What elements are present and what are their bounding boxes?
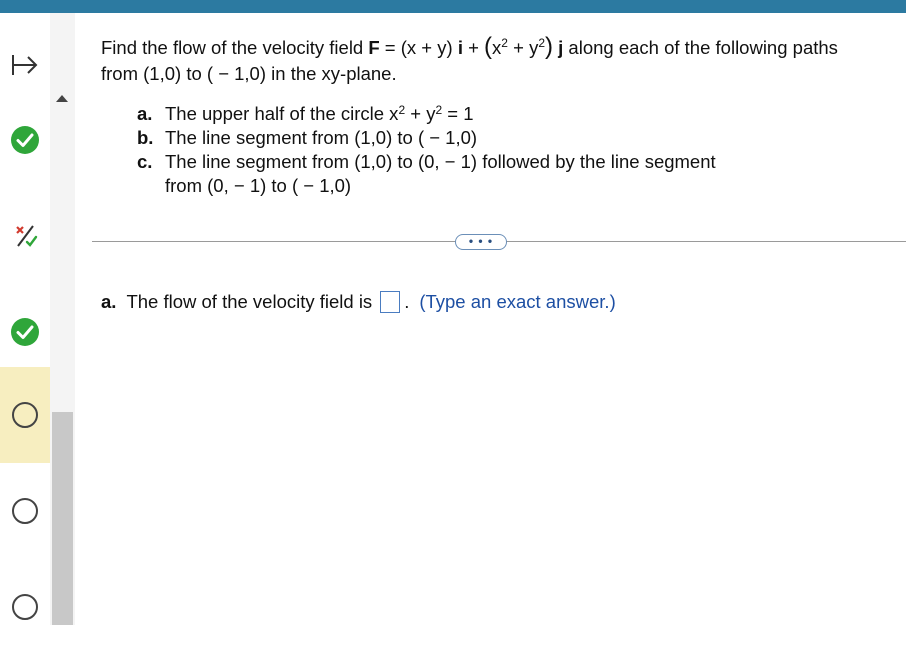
sidebar-question-5[interactable]	[0, 463, 50, 559]
sidebar-question-2[interactable]	[0, 188, 50, 284]
question-text: Find the flow of the velocity field F = …	[101, 33, 838, 85]
expand-panel-icon[interactable]	[11, 53, 39, 77]
part-b: b. The line segment from (1,0) to ( − 1,…	[137, 127, 478, 148]
part-a: a. The upper half of the circle x2 + y2 …	[137, 103, 474, 124]
answer-row: a. The flow of the velocity field is . (…	[101, 291, 616, 313]
empty-circle-icon	[12, 594, 38, 620]
sidebar-question-1[interactable]	[0, 92, 50, 188]
answer-input[interactable]	[380, 291, 401, 313]
empty-circle-icon	[12, 498, 38, 524]
check-circle-icon	[11, 318, 39, 346]
sidebar-scrollbar-thumb[interactable]	[52, 412, 73, 625]
scroll-up-arrow-icon[interactable]	[56, 95, 68, 102]
empty-circle-icon	[12, 402, 38, 428]
sidebar-question-6[interactable]	[0, 559, 50, 655]
expand-more-button[interactable]: • • •	[455, 234, 507, 250]
answer-hint: (Type an exact answer.)	[419, 291, 616, 312]
question-sidebar	[0, 13, 50, 625]
question-parts-list: a. The upper half of the circle x2 + y2 …	[137, 102, 716, 198]
answer-prompt: The flow of the velocity field is	[126, 291, 373, 312]
top-bar	[0, 0, 906, 13]
sidebar-question-3[interactable]	[0, 284, 50, 380]
partial-credit-icon	[16, 225, 38, 247]
check-circle-icon	[11, 126, 39, 154]
sidebar-question-4-current[interactable]	[0, 367, 50, 463]
part-c: c. The line segment from (1,0) to (0, − …	[137, 151, 716, 196]
